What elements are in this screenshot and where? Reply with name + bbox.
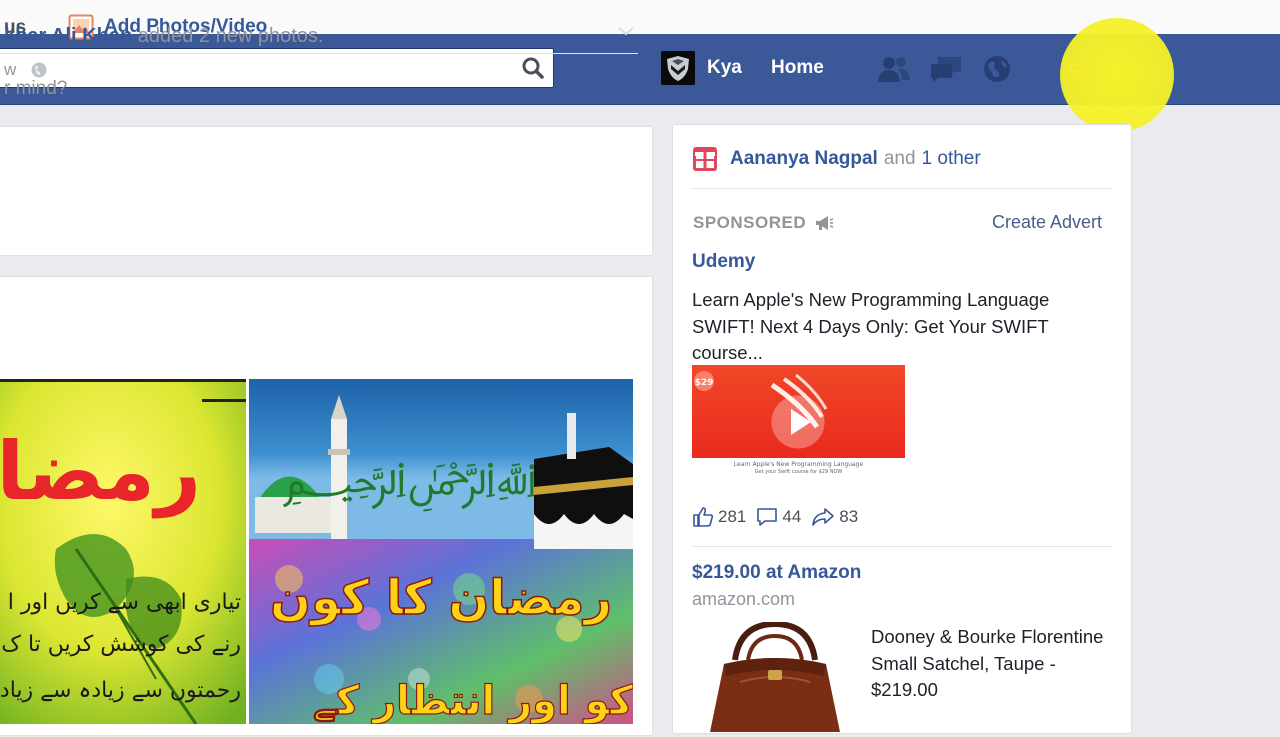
sidebar-divider <box>692 188 1112 189</box>
composer-textbox[interactable]: r mind? <box>4 78 67 100</box>
photo2-bottom-text: کو اور انتظار کے <box>313 678 634 724</box>
post-action-text: added 2 new photos. <box>137 25 324 47</box>
messages-icon <box>931 57 961 82</box>
ad-share-count: 83 <box>839 507 859 526</box>
ad-amazon-domain: amazon.com <box>692 589 796 609</box>
photo1-line-1: تیاری ابھی سے کریں اور ا <box>8 590 241 615</box>
search-button[interactable] <box>519 55 547 81</box>
birthday-others[interactable]: 1 other <box>922 148 981 170</box>
friends-icon <box>878 57 910 82</box>
ad-image-caption-1: Learn Apple's New Programming Language <box>733 461 864 468</box>
sponsored-label: SPONSORED <box>693 213 807 232</box>
create-advert-link[interactable]: Create Advert <box>992 212 1102 233</box>
ad-udemy-image[interactable]: $29 Learn Apple's New Programming Langua… <box>692 365 905 477</box>
ramadan-greeting-image: رمضان تیاری ابھی سے کریں اور ا رنے کی کو… <box>0 379 246 724</box>
messages-button[interactable] <box>928 54 964 84</box>
photo1-line-2: رنے کی کوشش کریں تا ک <box>1 632 241 657</box>
notifications-button[interactable] <box>980 54 1016 84</box>
handbag-image <box>710 620 840 732</box>
post-author-name[interactable]: kbar Ali Khan <box>4 25 132 47</box>
ad-amazon-title[interactable]: $219.00 at Amazon <box>692 562 861 584</box>
home-link[interactable]: Home <box>771 57 824 79</box>
ad-udemy-body[interactable]: Learn Apple's New Programming Language S… <box>692 287 1112 367</box>
notifications-globe-icon <box>984 56 1010 82</box>
comment-bubble-icon <box>757 508 778 526</box>
friend-requests-button[interactable] <box>876 54 912 84</box>
post-photo-2[interactable]: ﷽ رمضان کا کون کو اور انتظار کے <box>249 379 633 724</box>
search-icon <box>522 57 544 79</box>
composer-divider <box>0 53 638 54</box>
search-input[interactable] <box>7 55 501 83</box>
ad-image-caption-2: Get your Swift course for $29 NOW <box>754 469 843 475</box>
post-time-text[interactable]: w <box>4 60 16 80</box>
ad-udemy-title[interactable]: Udemy <box>692 251 755 273</box>
ad-comment-button[interactable]: 44 <box>756 506 801 528</box>
swift-play-graphic: $29 <box>694 371 828 449</box>
ad-price-badge: $29 <box>695 378 714 388</box>
gift-icon <box>693 147 717 171</box>
ad-divider <box>692 546 1112 547</box>
ad-amazon-image[interactable] <box>690 620 860 732</box>
ad-like-button[interactable]: 281 <box>692 506 746 528</box>
photo2-title: رمضان کا کون <box>270 570 612 626</box>
birthday-conj: and <box>883 148 916 169</box>
ad-engagement-stats: 281 44 83 <box>692 506 868 528</box>
profile-link[interactable]: Kya <box>661 51 742 85</box>
post-options-button[interactable] <box>616 24 636 38</box>
account-menu-icon <box>1112 66 1124 71</box>
account-menu-button[interactable] <box>1106 54 1130 84</box>
ad-like-count: 281 <box>718 507 747 526</box>
photo1-line-3: رحمتوں سے زیادہ سے زیادہ <box>0 678 241 703</box>
ad-amazon-description[interactable]: Dooney & Bourke Florentine Small Satchel… <box>871 624 1121 704</box>
megaphone-icon <box>816 216 834 230</box>
post-timestamp: w <box>4 60 48 80</box>
like-thumb-icon <box>693 507 714 527</box>
public-globe-icon <box>31 62 47 78</box>
photo1-title: رمضان <box>0 425 201 519</box>
post-header: kbar Ali Khan added 2 new photos. <box>4 25 323 48</box>
chevron-down-icon <box>618 27 634 36</box>
sponsored-header: SPONSORED <box>693 213 834 233</box>
profile-name: Kya <box>707 57 742 78</box>
privacy-icon <box>1066 64 1082 73</box>
shield-logo-icon <box>667 56 689 81</box>
post-photo-1[interactable]: رمضان تیاری ابھی سے کریں اور ا رنے کی کو… <box>0 379 246 724</box>
search-box <box>0 48 554 88</box>
ad-share-button[interactable]: 83 <box>811 506 858 528</box>
privacy-shortcuts-button[interactable] <box>1062 54 1086 84</box>
birthday-name[interactable]: Aananya Nagpal <box>730 148 878 170</box>
birthday-reminder: Aananya Nagpal and 1 other <box>692 146 981 172</box>
ad-comment-count: 44 <box>782 507 802 526</box>
post-composer <box>0 126 653 256</box>
avatar <box>661 51 695 85</box>
ramadan-mosque-image: ﷽ رمضان کا کون کو اور انتظار کے <box>249 379 633 724</box>
share-arrow-icon <box>812 508 835 526</box>
